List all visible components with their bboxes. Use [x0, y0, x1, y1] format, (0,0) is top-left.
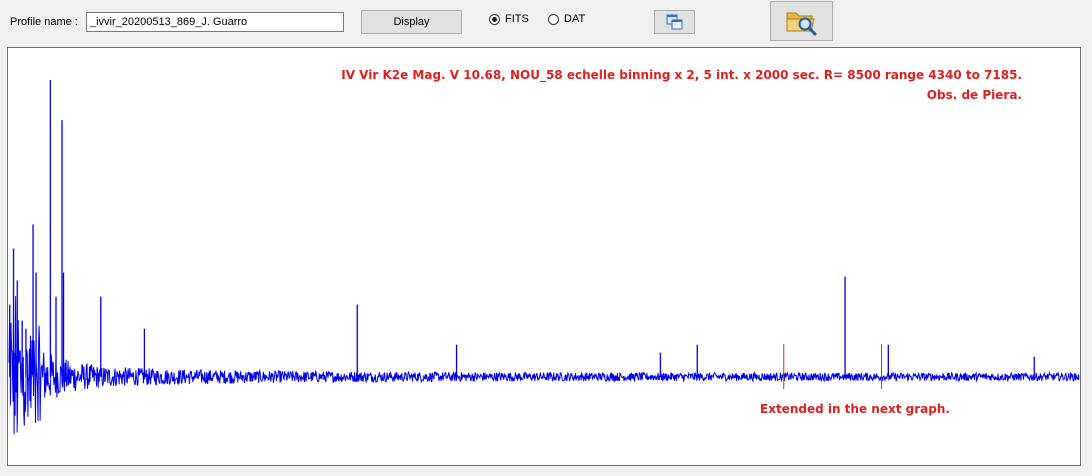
folder-search-icon	[786, 12, 816, 36]
copy-button[interactable]	[654, 10, 695, 34]
display-button-label: Display	[393, 16, 430, 28]
dat-radio-label: DAT	[564, 13, 586, 25]
chart-title-line1: IV Vir K2e Mag. V 10.68, NOU_58 echelle …	[341, 68, 1022, 82]
copy-window-icon	[666, 14, 682, 30]
fits-radio-dot	[489, 13, 500, 25]
fits-radio-label: FITS	[505, 13, 529, 25]
dat-radio[interactable]: DAT	[548, 13, 585, 25]
profile-name-input[interactable]: _ivvir_20200513_869_J. Guarro	[86, 12, 344, 32]
profile-name-label: Profile name :	[10, 16, 78, 28]
toolbar: Profile name : _ivvir_20200513_869_J. Gu…	[0, 0, 1092, 44]
fits-radio[interactable]: FITS	[489, 13, 529, 25]
chart-title-line2: Obs. de Piera.	[926, 88, 1022, 102]
extended-note: Extended in the next graph.	[760, 402, 950, 416]
spectrum-plot: IV Vir K2e Mag. V 10.68, NOU_58 echelle …	[7, 47, 1081, 466]
open-file-button[interactable]	[770, 1, 833, 41]
display-button[interactable]: Display	[361, 10, 462, 34]
dat-radio-dot	[548, 13, 559, 25]
